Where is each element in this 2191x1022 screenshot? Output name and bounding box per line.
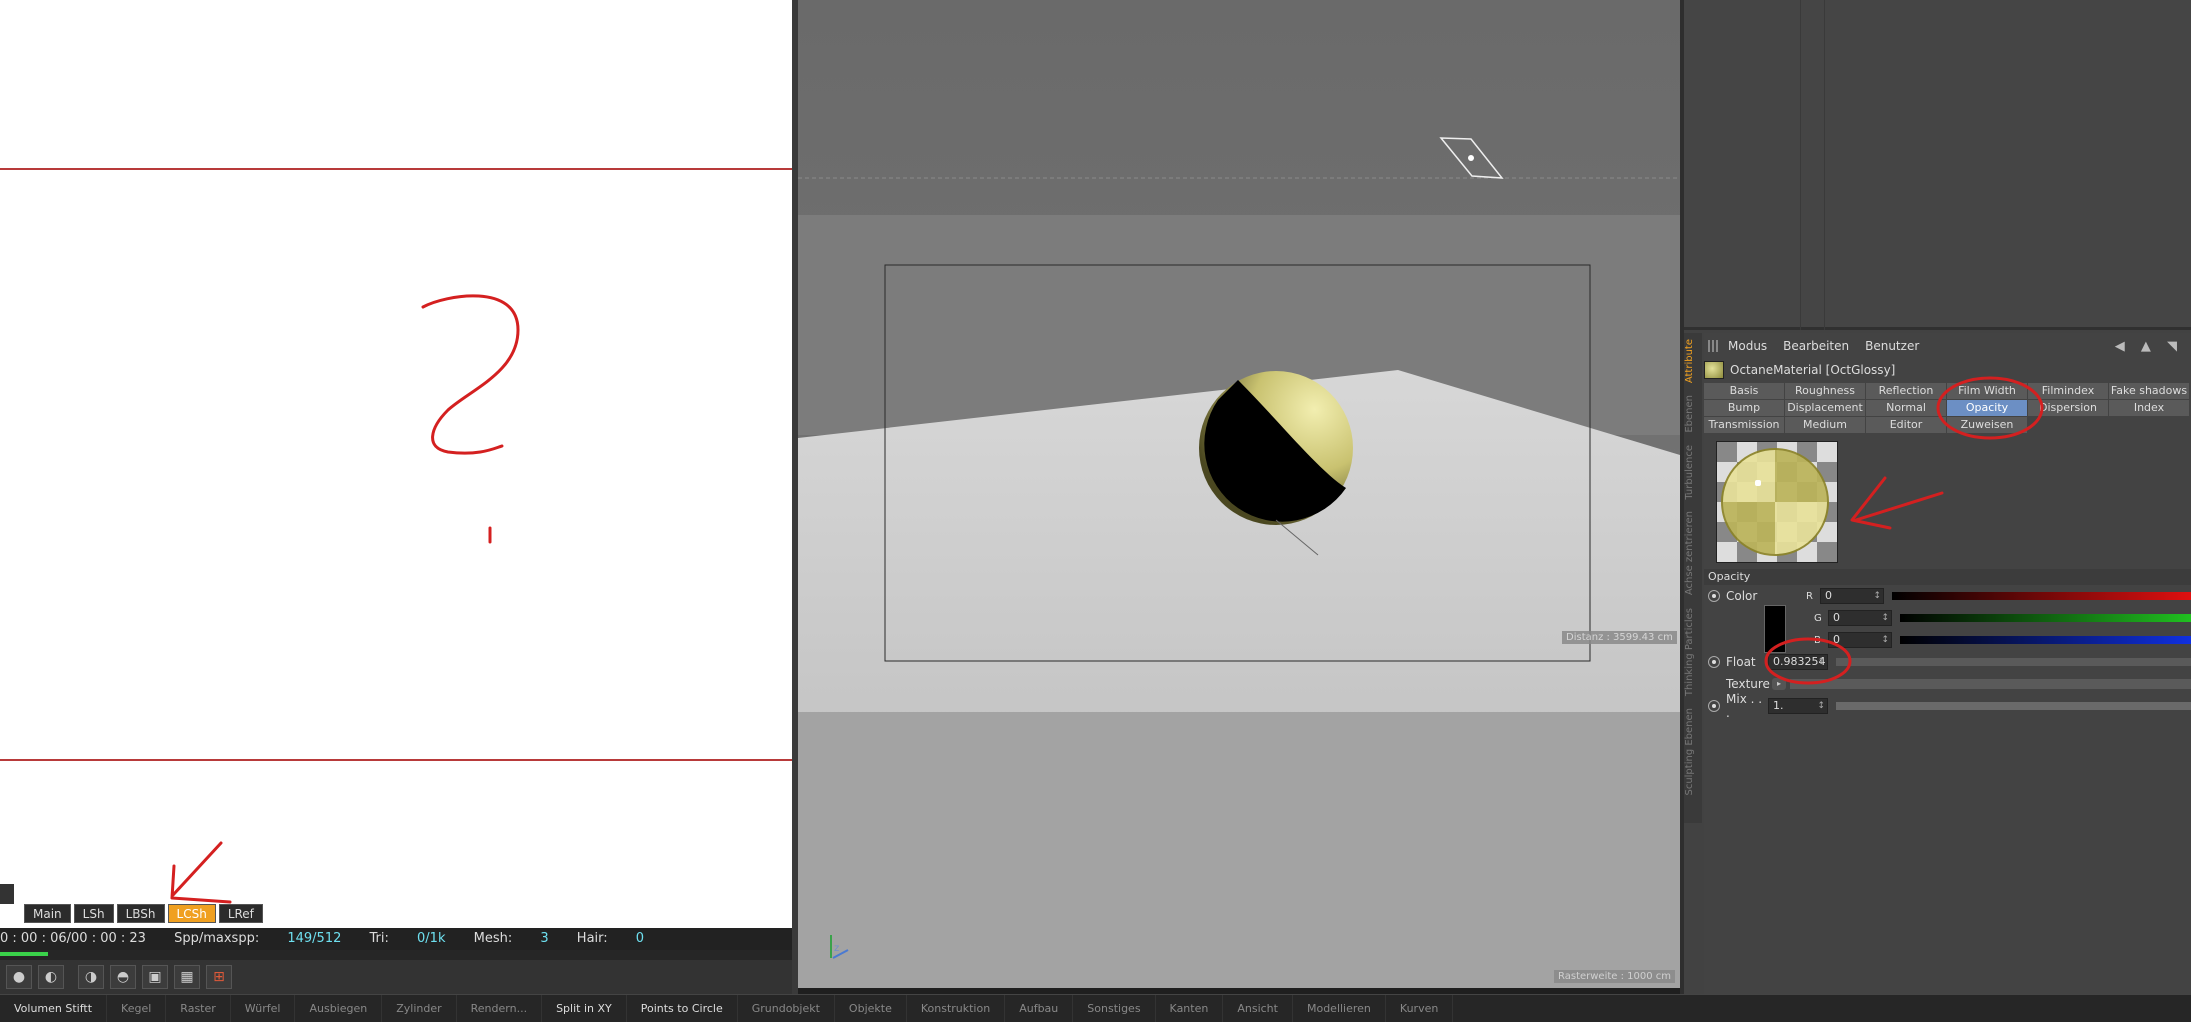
palette-item[interactable]: Rendern...: [457, 994, 543, 1022]
palette-item[interactable]: Zylinder: [382, 994, 457, 1022]
palette-item[interactable]: Konstruktion: [907, 994, 1006, 1022]
palette-item[interactable]: Würfel: [231, 994, 296, 1022]
attribute-annotations: [1764, 376, 2044, 685]
palette-item[interactable]: Modellieren: [1293, 994, 1386, 1022]
preview-arrow-annotation: [1850, 476, 1944, 530]
palette-item[interactable]: Raster: [166, 994, 231, 1022]
palette-item[interactable]: Sonstiges: [1073, 994, 1156, 1022]
palette-item[interactable]: Kurven: [1386, 994, 1454, 1022]
float-value-circle-annotation: [1764, 637, 1852, 685]
palette-item[interactable]: Split in XY: [542, 994, 627, 1022]
palette-item[interactable]: Grundobjekt: [738, 994, 835, 1022]
palette-item[interactable]: Kegel: [107, 994, 167, 1022]
opacity-tab-circle-annotation: [1936, 376, 2044, 440]
palette-item[interactable]: Volumen Stiftt: [0, 994, 108, 1022]
app-window: Main LSh LBSh LCSh LRef 0 : 00 : 06/00 :…: [0, 0, 2191, 1022]
palette-item[interactable]: Ansicht: [1223, 994, 1293, 1022]
palette-item[interactable]: Kanten: [1156, 994, 1224, 1022]
palette-item[interactable]: Objekte: [835, 994, 907, 1022]
palette-item[interactable]: Aufbau: [1005, 994, 1074, 1022]
palette-item[interactable]: Points to Circle: [627, 994, 738, 1022]
palette-item[interactable]: Ausbiegen: [295, 994, 383, 1022]
command-palette-bar: Volumen Stiftt Kegel Raster Würfel Ausbi…: [0, 994, 2191, 1022]
